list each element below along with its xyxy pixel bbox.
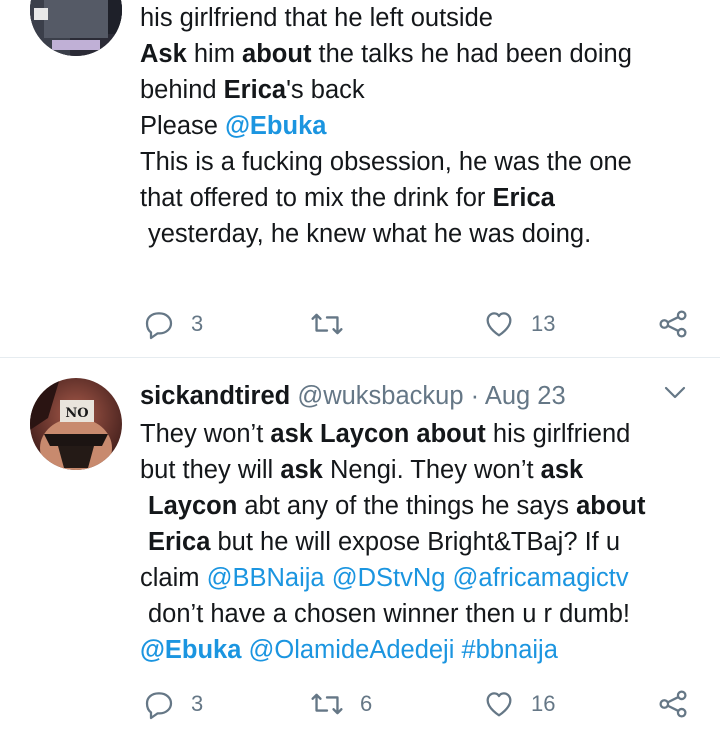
like-count: 13 bbox=[531, 311, 556, 336]
text-span: Erica bbox=[492, 184, 555, 212]
mention-link[interactable]: @OlamideAdedeji bbox=[248, 636, 454, 664]
tweet-text-line: yesterday, he knew what he was doing. bbox=[140, 216, 700, 252]
like-count: 16 bbox=[531, 691, 556, 716]
text-span bbox=[445, 564, 452, 592]
text-span: about bbox=[576, 492, 646, 520]
tweet-text-line: This is a fucking obsession, he was the … bbox=[140, 144, 700, 180]
text-span: about bbox=[242, 40, 312, 68]
text-span: ask bbox=[280, 456, 323, 484]
mention-link[interactable]: @DStvNg bbox=[332, 564, 446, 592]
display-name[interactable]: sickandtired bbox=[140, 382, 290, 410]
mention-link[interactable]: @africamagictv bbox=[453, 564, 629, 592]
caret-down-icon[interactable] bbox=[664, 386, 686, 400]
tweet-text-line: Erica but he will expose Bright&TBaj? If… bbox=[140, 524, 700, 560]
tweet-text-line: behind Erica's back bbox=[140, 72, 700, 108]
text-span: the talks he had been doing bbox=[311, 40, 632, 68]
separator-dot: · bbox=[463, 382, 485, 410]
retweet-icon bbox=[311, 693, 343, 715]
tweet-text-line: don’t have a chosen winner then u r dumb… bbox=[140, 596, 700, 632]
tweet-text-line: @Ebuka @OlamideAdedeji #bbnaija bbox=[140, 632, 700, 668]
tweet-text: Please Ebuka ask laycon about Erica andh… bbox=[140, 0, 700, 252]
tweet-text-line: his girlfriend that he left outside bbox=[140, 0, 700, 36]
hashtag-link[interactable]: #bbnaija bbox=[461, 636, 557, 664]
share-icon bbox=[659, 690, 687, 718]
handle[interactable]: @wuksbackup bbox=[297, 382, 463, 410]
reply-button[interactable]: 3 bbox=[143, 684, 203, 724]
retweet-count: 6 bbox=[360, 691, 373, 716]
tweet-text-line: Please @Ebuka bbox=[140, 108, 700, 144]
tweet-text-line: that offered to mix the drink for Erica bbox=[140, 180, 700, 216]
text-span: They won’t bbox=[140, 420, 271, 448]
text-span: ask bbox=[540, 456, 584, 484]
tweet-header: sickandtired @wuksbackup · Aug 23 bbox=[140, 378, 566, 414]
like-button[interactable]: 16 bbox=[483, 684, 555, 724]
avatar[interactable] bbox=[30, 0, 122, 56]
text-span: don’t have a chosen winner then u r dumb… bbox=[148, 600, 630, 628]
retweet-button[interactable]: 6 bbox=[310, 684, 372, 724]
text-span: him bbox=[186, 40, 243, 68]
tweet-date[interactable]: Aug 23 bbox=[485, 382, 566, 410]
share-button[interactable] bbox=[657, 304, 689, 344]
tweet-text-line: Ask him about the talks he had been doin… bbox=[140, 36, 700, 72]
reply-count: 3 bbox=[191, 311, 204, 336]
tweet-text-line: but they will ask Nengi. They won’t ask bbox=[140, 452, 700, 488]
text-span: This is a fucking obsession, he was the … bbox=[140, 148, 632, 176]
tweet-actions: 3 6 16 bbox=[0, 684, 720, 724]
text-span: Laycon bbox=[148, 492, 238, 520]
tweet-text-line: They won’t ask Laycon about his girlfrie… bbox=[140, 416, 700, 452]
mention-link[interactable]: @Ebuka bbox=[140, 636, 241, 664]
text-span: his girlfriend bbox=[485, 420, 631, 448]
share-button[interactable] bbox=[657, 684, 689, 724]
tweet-actions: 3 13 bbox=[0, 304, 720, 344]
tweet-1[interactable]: Please Ebuka ask laycon about Erica andh… bbox=[0, 0, 720, 358]
reply-count: 3 bbox=[191, 691, 204, 716]
tweet-text: They won’t ask Laycon about his girlfrie… bbox=[140, 416, 700, 668]
text-span: behind bbox=[140, 76, 224, 104]
like-button[interactable]: 13 bbox=[483, 304, 555, 344]
reply-icon bbox=[145, 312, 173, 340]
tweet-text-line: Laycon abt any of the things he says abo… bbox=[140, 488, 700, 524]
reply-icon bbox=[145, 692, 173, 720]
like-icon bbox=[486, 312, 512, 337]
tweet-text-line: claim @BBNaija @DStvNg @africamagictv bbox=[140, 560, 700, 596]
text-span: that offered to mix the drink for bbox=[140, 184, 493, 212]
avatar-sign-text: NO bbox=[65, 406, 88, 421]
text-span: but he will expose Bright&TBaj? If u bbox=[210, 528, 621, 556]
text-span: but they will bbox=[140, 456, 281, 484]
share-icon bbox=[659, 310, 687, 338]
text-span: Erica bbox=[148, 528, 211, 556]
text-span: claim bbox=[140, 564, 207, 592]
tweet-2[interactable]: NO sickandtired @wuksbackup · Aug 23 The… bbox=[0, 358, 720, 732]
text-span: Please bbox=[140, 112, 226, 140]
like-icon bbox=[486, 692, 512, 717]
text-span: Nengi. They won’t bbox=[322, 456, 541, 484]
text-span: 's back bbox=[286, 76, 365, 104]
text-span: abt any of the things he says bbox=[237, 492, 577, 520]
text-span: Ask bbox=[140, 40, 187, 68]
mention-link[interactable]: @Ebuka bbox=[225, 112, 326, 140]
text-span: ask Laycon about bbox=[270, 420, 486, 448]
text-span: Erica bbox=[223, 76, 287, 104]
mention-link[interactable]: @BBNaija bbox=[207, 564, 325, 592]
text-span: his girlfriend that he left outside bbox=[140, 4, 493, 32]
retweet-icon bbox=[311, 313, 343, 335]
text-span: yesterday, he knew what he was doing. bbox=[148, 220, 592, 248]
text-span bbox=[325, 564, 332, 592]
retweet-button[interactable] bbox=[310, 304, 360, 344]
avatar[interactable]: NO bbox=[30, 378, 122, 470]
reply-button[interactable]: 3 bbox=[143, 304, 203, 344]
